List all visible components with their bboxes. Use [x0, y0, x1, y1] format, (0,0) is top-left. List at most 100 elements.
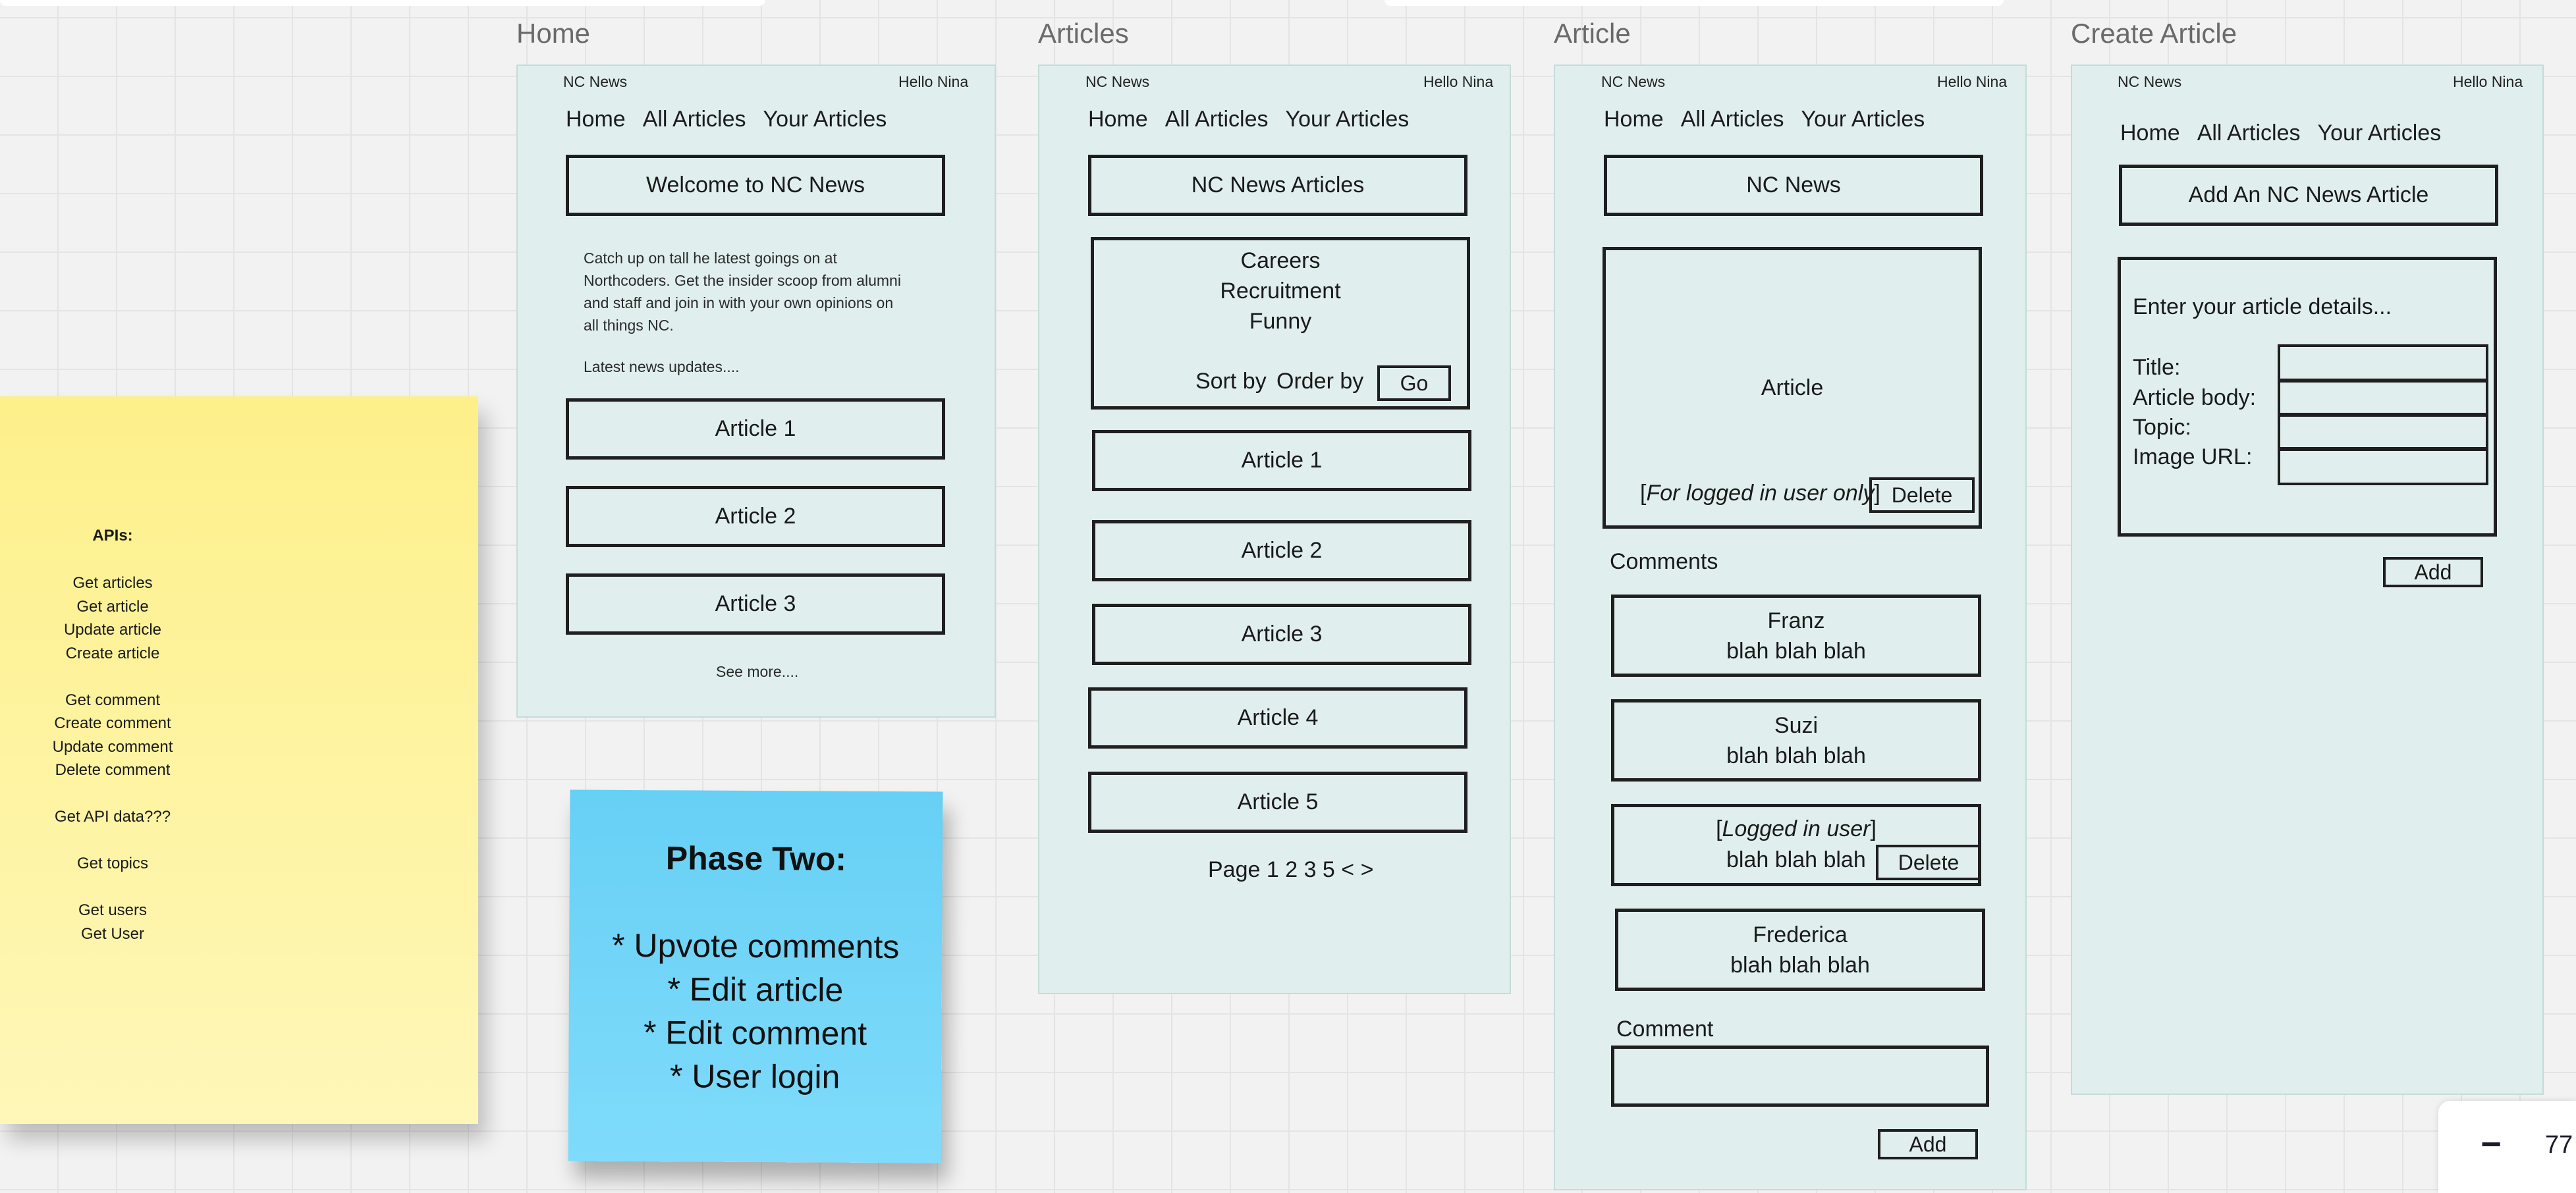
comment-label: Comment: [1616, 1017, 1714, 1042]
api-item: Delete comment: [55, 761, 171, 779]
frame-title-articles[interactable]: Articles: [1038, 20, 1129, 47]
greeting: Hello Nina: [898, 73, 969, 90]
zoom-out-button[interactable]: −: [2471, 1125, 2511, 1164]
api-item: [0, 782, 225, 806]
brand-logo: NC News: [2118, 73, 2182, 90]
phase-two-heading: Phase Two:: [665, 839, 847, 878]
comment-body: blah blah blah: [1730, 952, 1870, 978]
pagination[interactable]: Page 1 2 3 5 < >: [1208, 857, 1373, 883]
comment-card: Frederica blah blah blah: [1615, 909, 1985, 991]
sort-by-control[interactable]: Sort by: [1195, 369, 1267, 394]
phase-two-list: * Upvote comments * Edit article * Edit …: [568, 924, 942, 1100]
go-button[interactable]: Go: [1377, 365, 1451, 401]
nav-your-articles-link[interactable]: Your Articles: [2318, 120, 2442, 146]
article-card[interactable]: Article 1: [566, 398, 945, 460]
image-url-field-label: Image URL:: [2133, 444, 2253, 469]
phase-two-item: * User login: [669, 1057, 840, 1096]
comment-author-text: Logged in user: [1722, 816, 1871, 841]
nav-your-articles-link[interactable]: Your Articles: [763, 107, 887, 132]
nav-home-link[interactable]: Home: [1088, 107, 1148, 132]
sticky-note-apis[interactable]: APIs: Get articles Get article Update ar…: [0, 396, 478, 1124]
image-url-input[interactable]: [2278, 447, 2488, 485]
api-item: Get users: [78, 901, 148, 919]
greeting: Hello Nina: [1937, 73, 2008, 90]
form-heading: Enter your article details...: [2133, 294, 2392, 319]
phase-two-item: * Edit comment: [643, 1014, 867, 1052]
see-more-link[interactable]: See more....: [716, 660, 798, 683]
comment-body: blah blah blah: [1726, 847, 1866, 872]
order-by-control[interactable]: Order by: [1276, 369, 1363, 394]
nav-your-articles-link[interactable]: Your Articles: [1286, 107, 1410, 132]
article-card[interactable]: Article 5: [1088, 772, 1467, 833]
top-toolbar-left: [0, 0, 765, 6]
nav-all-articles-link[interactable]: All Articles: [2197, 120, 2301, 146]
api-item: Create article: [65, 644, 160, 662]
add-article-button[interactable]: Add: [2383, 557, 2483, 587]
apis-heading: APIs:: [92, 527, 133, 544]
brand-logo: NC News: [563, 73, 628, 90]
sticky-note-phase-two[interactable]: Phase Two: * Upvote comments * Edit arti…: [568, 789, 943, 1163]
frame-title-article[interactable]: Article: [1554, 20, 1631, 47]
api-item: [0, 829, 225, 853]
body-field-label: Article body:: [2133, 385, 2257, 410]
bracket: ]: [1870, 816, 1877, 841]
articles-banner: NC News Articles: [1088, 155, 1467, 216]
delete-comment-button[interactable]: Delete: [1876, 845, 1981, 880]
top-toolbar-right: [1384, 0, 2004, 6]
title-input[interactable]: [2278, 344, 2488, 383]
article-body-input[interactable]: [2278, 379, 2488, 417]
article-card[interactable]: Article 2: [1092, 520, 1471, 581]
api-item: Get topics: [76, 855, 149, 872]
logged-in-note-text: For logged in user only: [1646, 481, 1875, 506]
frame-title-create-article[interactable]: Create Article: [2071, 20, 2237, 47]
article-card[interactable]: Article 2: [566, 486, 945, 547]
topic-option[interactable]: Recruitment: [1094, 278, 1467, 304]
article-card[interactable]: Article 3: [1092, 604, 1471, 665]
zoom-level[interactable]: 77: [2545, 1131, 2573, 1159]
article-banner: NC News: [1604, 155, 1983, 216]
comment-body: blah blah blah: [1726, 638, 1866, 664]
add-comment-button[interactable]: Add: [1878, 1129, 1978, 1159]
article-card[interactable]: Article 4: [1088, 687, 1467, 749]
welcome-banner: Welcome to NC News: [566, 155, 945, 216]
api-item: Get articles: [72, 574, 153, 592]
article-card[interactable]: Article 1: [1092, 430, 1471, 491]
comment-card-own: [Logged in user] blah blah blah Delete: [1611, 804, 1981, 886]
greeting: Hello Nina: [2453, 73, 2523, 90]
bracket: [: [1716, 816, 1722, 841]
comment-author: Frederica: [1753, 922, 1848, 947]
intro-line: Northcoders. Get the insider scoop from …: [584, 272, 901, 289]
topic-option[interactable]: Careers: [1094, 248, 1467, 274]
comment-author: [Logged in user]: [1614, 816, 1978, 842]
topic-option[interactable]: Funny: [1094, 309, 1467, 334]
intro-line: Catch up on tall he latest goings on at: [584, 250, 837, 267]
delete-article-button[interactable]: Delete: [1869, 477, 1975, 513]
article-card[interactable]: Article 3: [566, 573, 945, 635]
nav-all-articles-link[interactable]: All Articles: [1681, 107, 1784, 132]
comment-card: Suzi blah blah blah: [1611, 699, 1981, 782]
nav-all-articles-link[interactable]: All Articles: [643, 107, 746, 132]
nav-bar: Home All Articles Your Articles: [566, 107, 887, 132]
api-item: [0, 665, 225, 689]
nav-home-link[interactable]: Home: [2120, 120, 2180, 146]
phase-two-item: * Upvote comments: [611, 926, 900, 966]
filter-panel: Careers Recruitment Funny Sort by Order …: [1091, 237, 1470, 410]
intro-line: all things NC.: [584, 317, 674, 334]
title-field-label: Title:: [2133, 355, 2181, 380]
topic-input[interactable]: [2278, 413, 2488, 451]
comment-author: Franz: [1767, 608, 1825, 633]
frame-title-home[interactable]: Home: [516, 20, 590, 47]
latest-news-label: Latest news updates....: [584, 358, 740, 375]
api-item: Get API data???: [54, 808, 171, 826]
nav-home-link[interactable]: Home: [1604, 107, 1664, 132]
article-body-panel: Article [For logged in user only] Delete: [1603, 247, 1982, 529]
api-item: Update article: [63, 621, 162, 639]
nav-home-link[interactable]: Home: [566, 107, 626, 132]
api-item: Get article: [76, 597, 149, 616]
nav-all-articles-link[interactable]: All Articles: [1165, 107, 1269, 132]
comment-author: Suzi: [1774, 712, 1819, 738]
nav-your-articles-link[interactable]: Your Articles: [1801, 107, 1925, 132]
comment-input[interactable]: [1611, 1046, 1989, 1107]
zoom-control: − 77: [2438, 1101, 2576, 1193]
intro-text: Catch up on tall he latest goings on at …: [584, 247, 972, 336]
